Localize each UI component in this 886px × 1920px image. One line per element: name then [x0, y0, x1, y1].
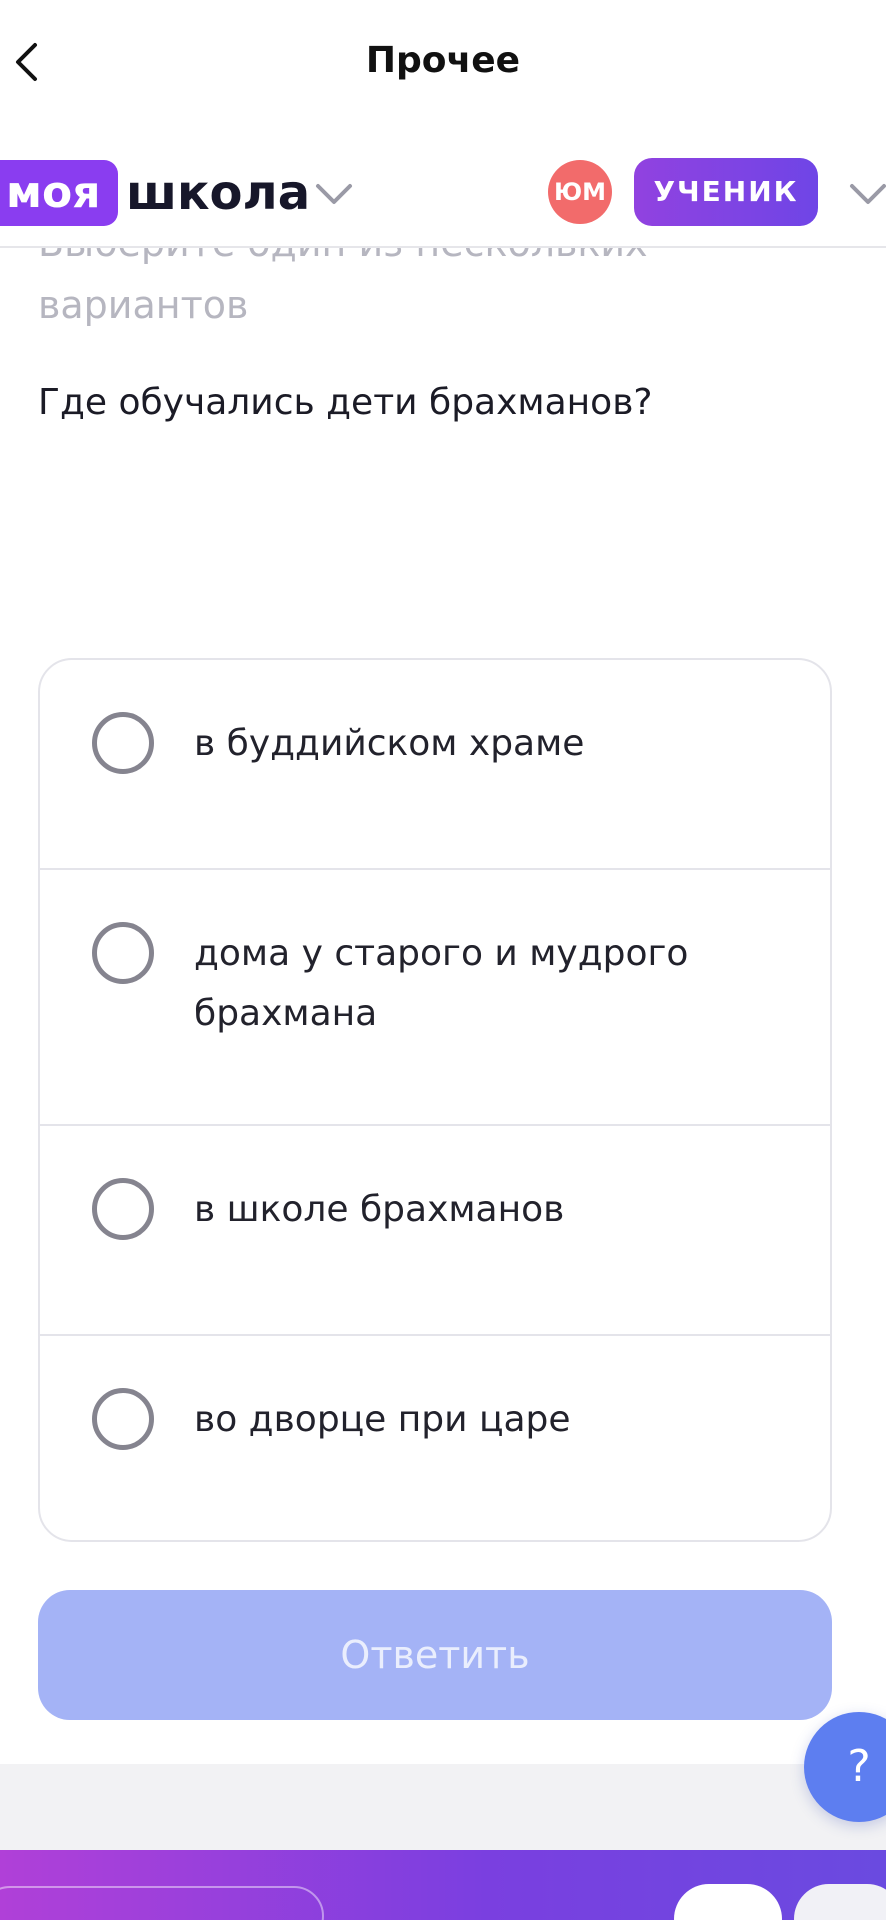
- radio-button[interactable]: [92, 1178, 154, 1240]
- option-label: в буддийском храме: [194, 723, 585, 764]
- answer-option[interactable]: во дворце при царе: [40, 1336, 830, 1540]
- option-label: дома у старого и мудрого брахмана: [194, 933, 689, 1034]
- radio-button[interactable]: [92, 922, 154, 984]
- answer-option[interactable]: дома у старого и мудрого брахмана: [40, 870, 830, 1126]
- chevron-down-icon[interactable]: [314, 176, 354, 212]
- answer-option[interactable]: в буддийском храме: [40, 660, 830, 870]
- submit-answer-button[interactable]: Ответить: [38, 1590, 832, 1720]
- role-badge[interactable]: УЧЕНИК: [634, 158, 818, 226]
- bottom-bar: [0, 1850, 886, 1920]
- quiz-card: Выберите один из нескольких вариантов Гд…: [0, 248, 886, 1764]
- app-header: моя школа ЮМ УЧЕНИК: [0, 130, 886, 248]
- page-title: Прочее: [365, 40, 521, 81]
- chevron-down-icon[interactable]: [848, 176, 886, 212]
- question-mark-icon: ?: [847, 1741, 871, 1792]
- radio-button[interactable]: [92, 1388, 154, 1450]
- bottom-action-button[interactable]: [674, 1884, 782, 1920]
- option-label: во дворце при царе: [194, 1399, 571, 1440]
- logo-moya[interactable]: моя: [0, 160, 118, 226]
- answer-option[interactable]: в школе брахманов: [40, 1126, 830, 1336]
- instruction-text: Выберите один из нескольких вариантов: [38, 248, 648, 327]
- top-nav-bar: Прочее: [0, 0, 886, 130]
- avatar[interactable]: ЮМ: [548, 160, 612, 224]
- radio-button[interactable]: [92, 712, 154, 774]
- bottom-input-pill[interactable]: [0, 1886, 324, 1920]
- answer-options: в буддийском храме дома у старого и мудр…: [38, 658, 832, 1542]
- option-label: в школе брахманов: [194, 1189, 565, 1230]
- logo-shkola[interactable]: школа: [126, 160, 310, 226]
- question-text: Где обучались дети брахманов?: [38, 382, 653, 423]
- bottom-action-button[interactable]: [794, 1884, 886, 1920]
